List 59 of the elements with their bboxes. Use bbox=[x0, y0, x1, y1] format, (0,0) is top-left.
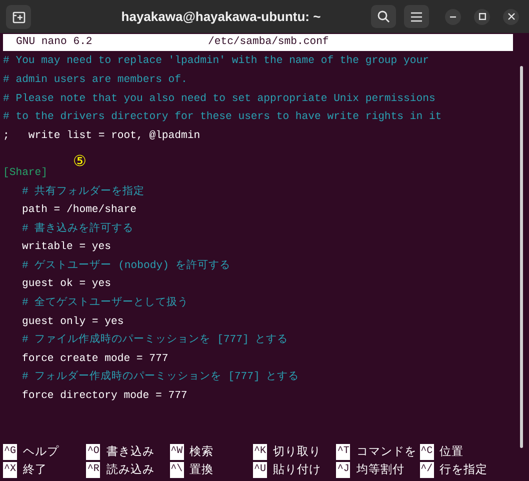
minimize-icon bbox=[450, 16, 456, 18]
config-line: ; write list = root, @lpadmin bbox=[3, 128, 200, 144]
shortcut-key: ^R bbox=[86, 462, 100, 478]
shortcut-label: 行を指定 bbox=[440, 461, 488, 478]
comment-line: # admin users are members of. bbox=[3, 72, 188, 88]
shortcut-label: 位置 bbox=[440, 443, 464, 460]
config-line: guest only = yes bbox=[22, 314, 124, 330]
shortcut-label: 均等割付 bbox=[356, 461, 404, 478]
shortcut-key: ^U bbox=[253, 462, 268, 478]
shortcut-key: ^J bbox=[336, 462, 350, 478]
shortcut-label: 切り取り bbox=[273, 443, 322, 460]
shortcut-key: ^T bbox=[336, 444, 350, 460]
shortcut-key: ^W bbox=[170, 444, 184, 460]
nano-version: GNU nano 6.2 bbox=[15, 34, 94, 50]
config-line: force directory mode = 777 bbox=[22, 389, 188, 404]
shortcut-label: コマンドを bbox=[356, 443, 416, 460]
shortcut-key: ^/ bbox=[420, 462, 434, 478]
shortcut-label: 読み込み bbox=[106, 461, 154, 478]
shortcut-key: ^K bbox=[253, 444, 268, 460]
comment-line: # You may need to replace 'lpadmin' with the name of the group your bbox=[3, 54, 429, 70]
shortcut-label: 貼り付け bbox=[273, 461, 322, 478]
window-title: hayakawa@hayakawa-ubuntu: ~ bbox=[120, 8, 321, 26]
config-line: writable = yes bbox=[22, 240, 112, 256]
comment-line: # 全てゲストユーザーとして扱う bbox=[22, 296, 189, 312]
menu-button[interactable] bbox=[404, 5, 429, 28]
comment-line: # フォルダー作成時のパーミッションを [777] とする bbox=[22, 370, 300, 386]
section-header: [Share] bbox=[3, 166, 48, 181]
shortcut-key: ^\ bbox=[170, 462, 184, 478]
comment-line: # ファイル作成時のパーミッションを [777] とする bbox=[22, 333, 288, 348]
comment-line: # to the drivers directory for these users to have write rights in it bbox=[3, 110, 442, 126]
config-line: path = /home/share bbox=[22, 203, 136, 218]
shortcut-key: ^X bbox=[3, 462, 18, 478]
minimize-button[interactable] bbox=[445, 8, 461, 24]
config-line: force create mode = 777 bbox=[22, 352, 168, 367]
comment-line: # 共有フォルダーを指定 bbox=[22, 184, 145, 200]
maximize-button[interactable] bbox=[474, 8, 490, 24]
file-name: /etc/samba/smb.conf bbox=[208, 34, 329, 50]
shortcut-label: 検索 bbox=[190, 443, 214, 460]
shortcut-key: ^C bbox=[420, 444, 434, 460]
shortcut-label: 終了 bbox=[23, 461, 48, 478]
close-icon bbox=[508, 13, 514, 20]
scrollbar[interactable] bbox=[520, 66, 523, 448]
search-icon bbox=[377, 10, 390, 23]
comment-line: # ゲストユーザー (nobody) を許可する bbox=[22, 258, 230, 274]
comment-line: # 書き込みを許可する bbox=[22, 222, 134, 237]
shortcut-key: ^O bbox=[86, 444, 100, 460]
new-tab-icon bbox=[12, 10, 26, 24]
comment-line: # Please note that you also need to set appropriate Unix permissions bbox=[3, 92, 436, 107]
shortcut-label: 置換 bbox=[190, 461, 214, 478]
shortcut-key: ^G bbox=[3, 444, 18, 460]
shortcut-label: ヘルプ bbox=[23, 443, 60, 460]
close-button[interactable] bbox=[503, 8, 519, 24]
search-button[interactable] bbox=[371, 5, 396, 28]
new-tab-button[interactable] bbox=[6, 4, 31, 28]
annotation-number: ⑤ bbox=[73, 152, 86, 169]
config-line: guest ok = yes bbox=[22, 277, 112, 292]
maximize-icon bbox=[478, 13, 486, 20]
shortcut-label: 書き込み bbox=[106, 443, 154, 460]
menu-icon bbox=[411, 12, 422, 22]
